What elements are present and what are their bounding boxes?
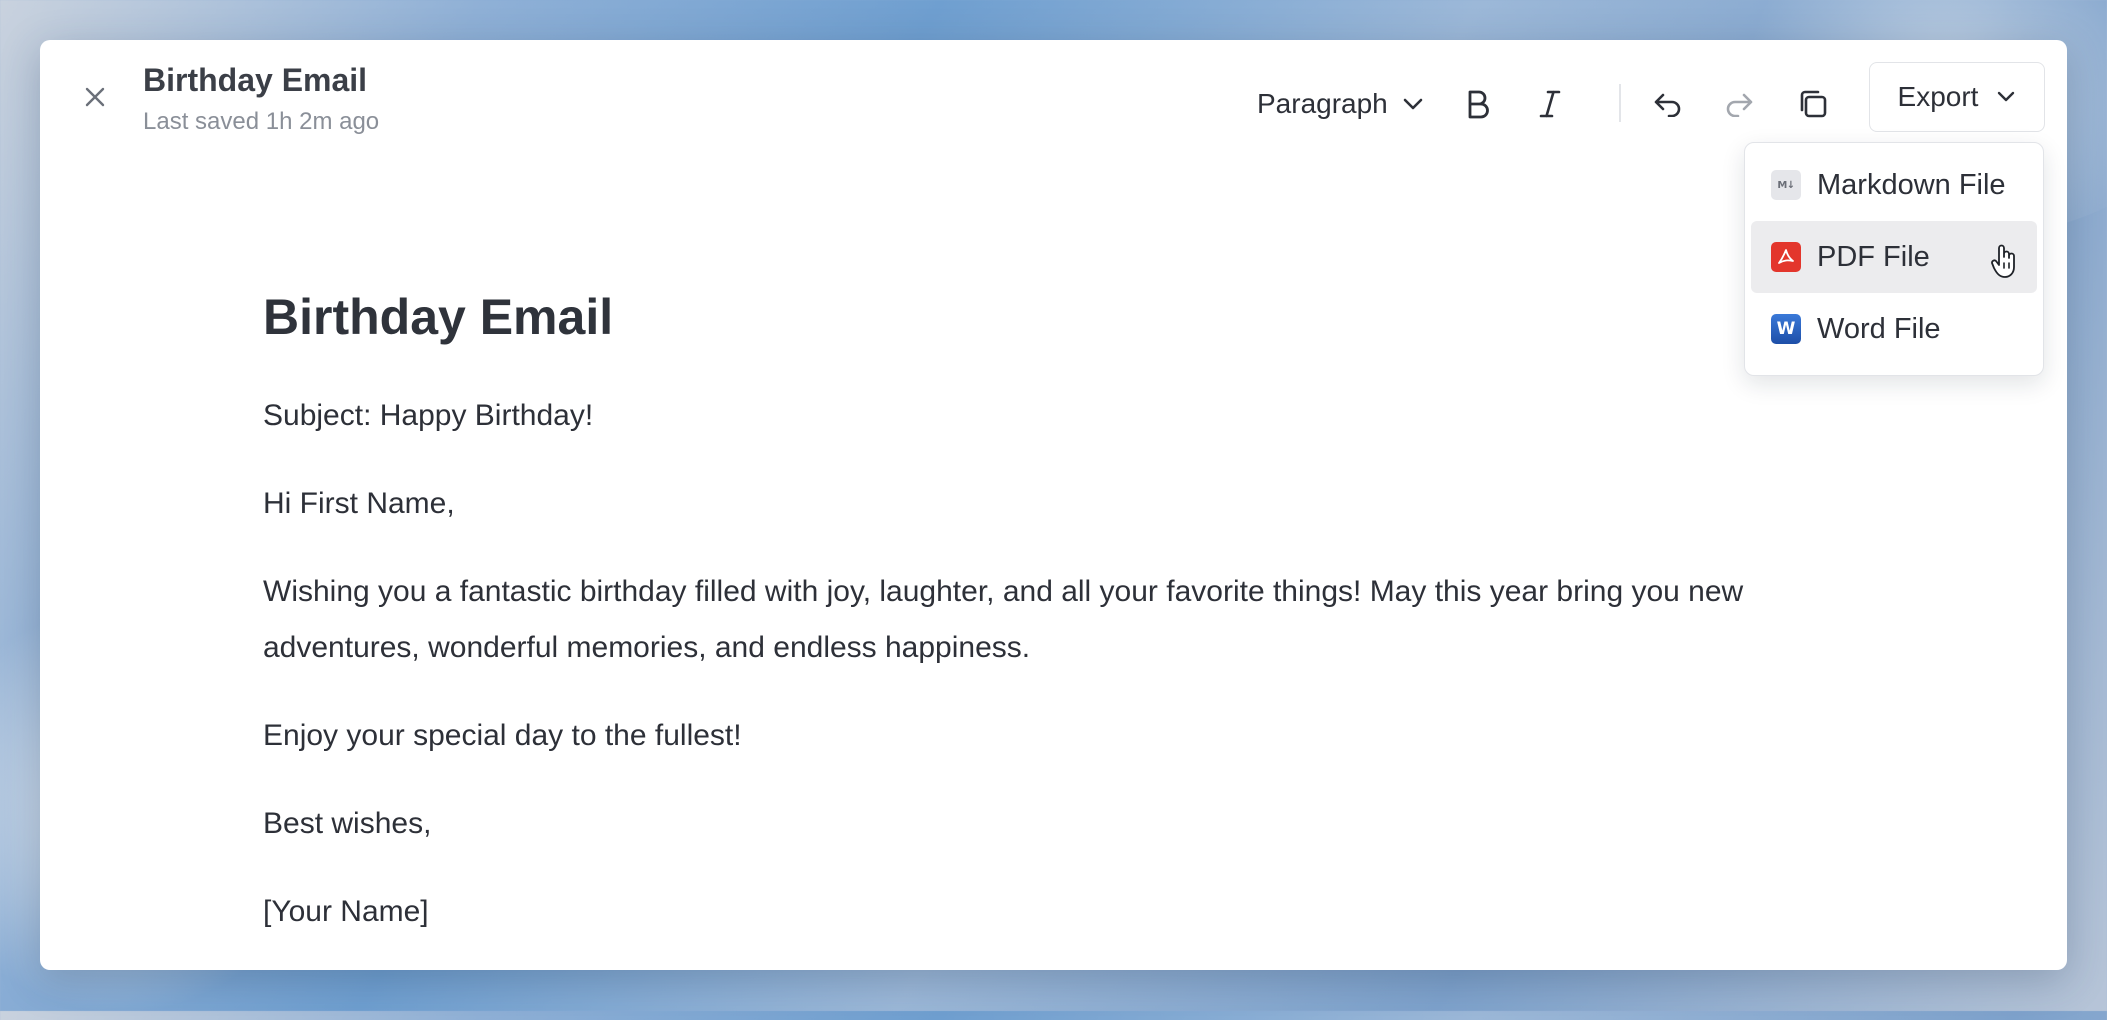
editor-window: Birthday Email Last saved 1h 2m ago Para…	[40, 40, 2067, 970]
export-button[interactable]: Export	[1869, 62, 2045, 132]
toolbar-divider	[1619, 84, 1621, 122]
bold-icon	[1468, 90, 1489, 119]
italic-icon	[1539, 90, 1561, 118]
close-icon	[85, 87, 105, 107]
paragraph-name: [Your Name]	[263, 895, 429, 928]
menu-item-label: Word File	[1817, 312, 1941, 345]
export-label: Export	[1897, 81, 1979, 112]
paragraph-enjoy: Enjoy your special day to the fullest!	[263, 719, 742, 752]
document-heading: Birthday Email	[263, 289, 614, 345]
italic-button[interactable]	[1526, 80, 1574, 128]
document-title: Birthday Email	[143, 62, 368, 98]
chevron-down-icon	[1403, 98, 1423, 110]
paragraph-style-select[interactable]: Paragraph	[1257, 82, 1424, 126]
pdf-icon	[1771, 242, 1801, 272]
paragraph-subject: Subject: Happy Birthday!	[263, 399, 594, 432]
chevron-down-icon	[1998, 91, 2015, 102]
redo-icon	[1726, 93, 1753, 117]
close-button[interactable]	[78, 80, 112, 114]
menu-item-word[interactable]: W Word File	[1751, 293, 2037, 365]
menu-item-label: PDF File	[1817, 240, 1930, 273]
menu-item-label: Markdown File	[1817, 168, 2006, 201]
paragraph-greeting: Hi First Name,	[263, 487, 455, 520]
hand-pointer-icon	[1991, 244, 2015, 278]
undo-button[interactable]	[1644, 80, 1692, 128]
menu-item-pdf[interactable]: PDF File	[1751, 221, 2037, 293]
redo-button[interactable]	[1715, 80, 1763, 128]
export-menu: M↓ Markdown File PDF File W Word File	[1744, 142, 2044, 376]
word-icon: W	[1771, 314, 1801, 344]
copy-button[interactable]	[1789, 80, 1837, 128]
paragraph-signoff: Best wishes,	[263, 807, 432, 840]
copy-icon	[1800, 90, 1827, 118]
paragraph-style-label: Paragraph	[1257, 88, 1388, 119]
undo-icon	[1654, 93, 1681, 117]
menu-item-markdown[interactable]: M↓ Markdown File	[1751, 149, 2037, 221]
paragraph-wish: Wishing you a fantastic birthday filled …	[263, 575, 1744, 664]
bold-button[interactable]	[1454, 80, 1502, 128]
last-saved-status: Last saved 1h 2m ago	[143, 108, 380, 135]
markdown-icon: M↓	[1771, 170, 1801, 200]
